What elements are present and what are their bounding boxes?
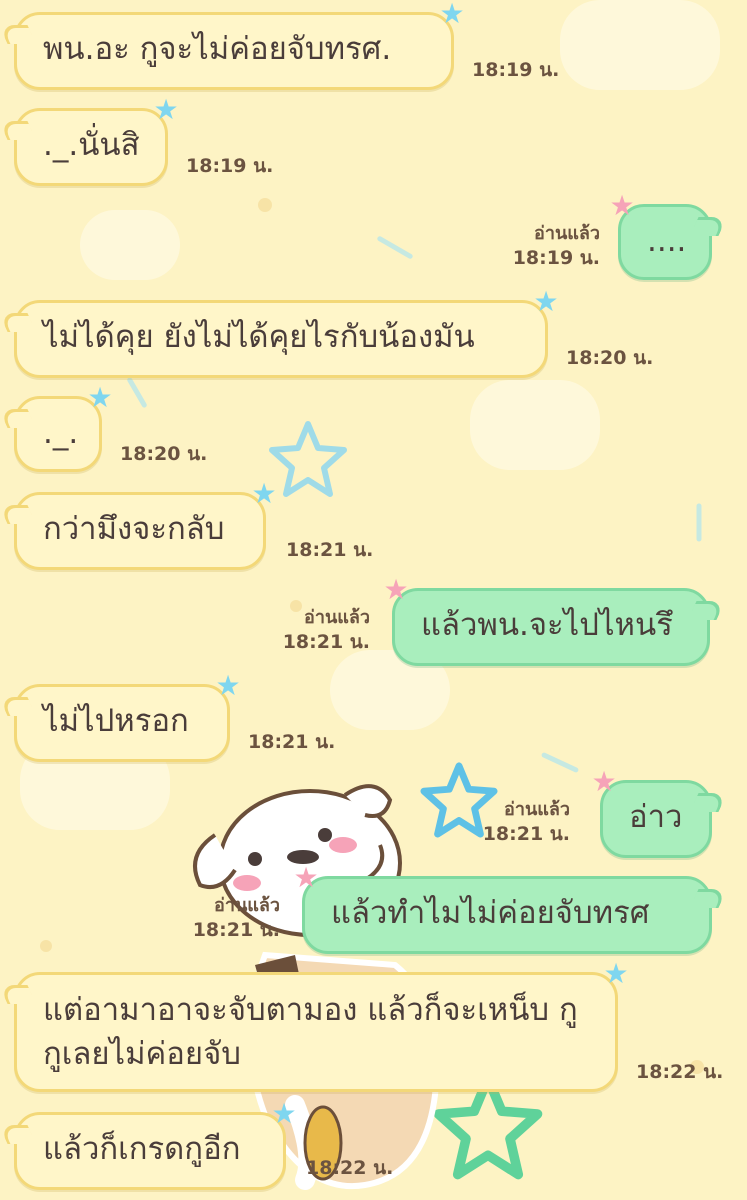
read-label: อ่านแล้ว [214, 895, 280, 916]
read-label: อ่านแล้ว [504, 799, 570, 820]
outgoing-message-bubble[interactable]: อ่าว ★ [591, 768, 712, 858]
incoming-message-bubble[interactable]: แล้วก็เกรดกูอีก ★ [14, 1100, 297, 1190]
star-icon: ★ [603, 957, 629, 990]
star-icon: ★ [251, 477, 277, 510]
wallpaper-star-outline-icon [269, 421, 347, 497]
message-text: แล้วทำไมไม่ค่อยจับทรศ [331, 895, 650, 931]
message-timestamp: 18:22 น. [636, 1061, 724, 1083]
read-receipt: อ่านแล้ว 18:21 น. [100, 894, 280, 942]
message-text: แต่อามาอาจะจับตามอง แล้วก็จะเหน็บ กู กูเ… [43, 992, 578, 1072]
message-text: พน.อะ กูจะไม่ค่อยจับทรศ. [43, 31, 392, 67]
message-text: ไม่ไปหรอก [43, 703, 189, 739]
incoming-message-bubble[interactable]: กว่ามึงจะกลับ ★ [14, 480, 277, 570]
message-timestamp: 18:21 น. [248, 731, 336, 753]
message-timestamp: 18:21 น. [192, 919, 280, 941]
message-timestamp: 18:21 น. [286, 539, 374, 561]
star-icon: ★ [591, 765, 617, 798]
star-icon: ★ [533, 285, 559, 318]
read-label: อ่านแล้ว [534, 223, 600, 244]
message-text: แล้วก็เกรดกูอีก [43, 1131, 241, 1167]
message-timestamp: 18:19 น. [512, 247, 600, 269]
star-icon: ★ [153, 93, 179, 126]
message-timestamp: 18:20 น. [566, 347, 654, 369]
message-text: อ่าว [629, 799, 683, 835]
message-text: .... [647, 223, 687, 259]
message-text: แล้วพน.จะไปไหนรึ [421, 607, 673, 643]
incoming-message-bubble[interactable]: ไม่ไปหรอก ★ [14, 672, 241, 762]
incoming-message-bubble[interactable]: ไม่ได้คุย ยังไม่ได้คุยไรกับน้องมัน ★ [14, 288, 559, 378]
incoming-message-bubble[interactable]: พน.อะ กูจะไม่ค่อยจับทรศ. ★ [14, 0, 465, 90]
star-icon: ★ [87, 381, 113, 414]
read-receipt: อ่านแล้ว 18:21 น. [390, 798, 570, 846]
star-icon: ★ [383, 573, 409, 606]
message-text: ._.นั่นสิ [43, 127, 140, 163]
star-icon: ★ [215, 669, 241, 702]
incoming-message-bubble[interactable]: แต่อามาอาจะจับตามอง แล้วก็จะเหน็บ กู กูเ… [14, 960, 629, 1092]
message-text: ไม่ได้คุย ยังไม่ได้คุยไรกับน้องมัน [43, 319, 475, 355]
read-receipt: อ่านแล้ว 18:21 น. [190, 606, 370, 654]
message-text: ._. [43, 415, 79, 451]
outgoing-message-bubble[interactable]: แล้วพน.จะไปไหนรึ ★ [383, 576, 710, 666]
incoming-message-bubble[interactable]: ._. ★ [14, 384, 113, 472]
message-timestamp: 18:21 น. [482, 823, 570, 845]
message-timestamp: 18:22 น. [306, 1157, 394, 1179]
star-icon: ★ [293, 861, 319, 894]
message-timestamp: 18:21 น. [282, 631, 370, 653]
message-timestamp: 18:19 น. [186, 155, 274, 177]
star-icon: ★ [609, 189, 635, 222]
incoming-message-bubble[interactable]: ._.นั่นสิ ★ [14, 96, 179, 186]
read-label: อ่านแล้ว [304, 607, 370, 628]
star-icon: ★ [271, 1097, 297, 1130]
star-icon: ★ [439, 0, 465, 30]
outgoing-message-bubble[interactable]: .... ★ [609, 192, 712, 280]
message-text: กว่ามึงจะกลับ [43, 511, 225, 547]
read-receipt: อ่านแล้ว 18:19 น. [420, 222, 600, 270]
outgoing-message-bubble[interactable]: แล้วทำไมไม่ค่อยจับทรศ ★ [293, 864, 712, 954]
message-timestamp: 18:20 น. [120, 443, 208, 465]
message-timestamp: 18:19 น. [472, 59, 560, 81]
